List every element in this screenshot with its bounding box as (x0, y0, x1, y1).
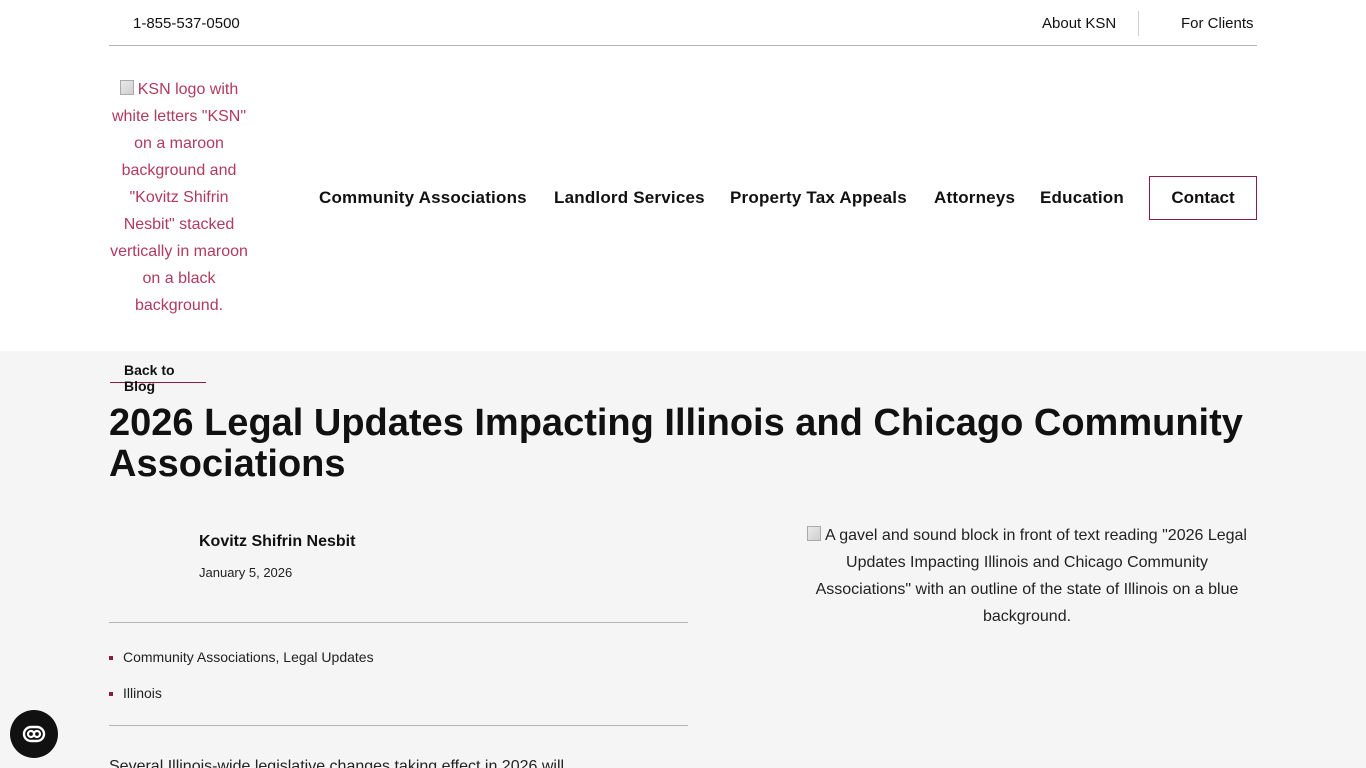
meta-divider-top (109, 622, 688, 623)
for-clients-link[interactable]: For Clients (1181, 15, 1254, 32)
logo-alt-text: KSN logo with white letters "KSN" on a m… (110, 81, 248, 314)
broken-image-icon (119, 80, 134, 95)
featured-image-alt-text: A gavel and sound block in front of text… (815, 527, 1247, 625)
contact-button[interactable]: Contact (1149, 176, 1257, 220)
post-title: 2026 Legal Updates Impacting Illinois an… (109, 402, 1243, 485)
accessibility-button[interactable] (10, 710, 58, 758)
nav-attorneys[interactable]: Attorneys (934, 188, 1015, 208)
nav-community-associations[interactable]: Community Associations (319, 188, 527, 208)
back-to-blog-link[interactable]: Back to Blog (110, 362, 206, 394)
site-header: 1-855-537-0500 About KSN For Clients KSN… (0, 0, 1366, 351)
nav-property-tax-appeals[interactable]: Property Tax Appeals (730, 188, 907, 208)
accessibility-toggle-icon (22, 725, 46, 743)
utility-divider (1138, 11, 1139, 36)
post-excerpt: Several Illinois-wide legislative change… (109, 758, 565, 768)
meta-divider-bottom (109, 725, 688, 726)
post-date: January 5, 2026 (199, 565, 293, 580)
nav-landlord-services[interactable]: Landlord Services (554, 188, 705, 208)
phone-link[interactable]: 1-855-537-0500 (133, 15, 240, 32)
post-categories[interactable]: Community Associations, Legal Updates (109, 649, 374, 665)
site-logo[interactable]: KSN logo with white letters "KSN" on a m… (109, 76, 249, 319)
nav-education[interactable]: Education (1040, 188, 1124, 208)
post-tag[interactable]: Illinois (109, 685, 162, 701)
featured-image: A gavel and sound block in front of text… (797, 522, 1257, 630)
broken-image-icon (807, 526, 821, 541)
about-link[interactable]: About KSN (1042, 15, 1116, 32)
author-name: Kovitz Shifrin Nesbit (199, 533, 356, 550)
utility-bar: 1-855-537-0500 About KSN For Clients (109, 0, 1257, 46)
